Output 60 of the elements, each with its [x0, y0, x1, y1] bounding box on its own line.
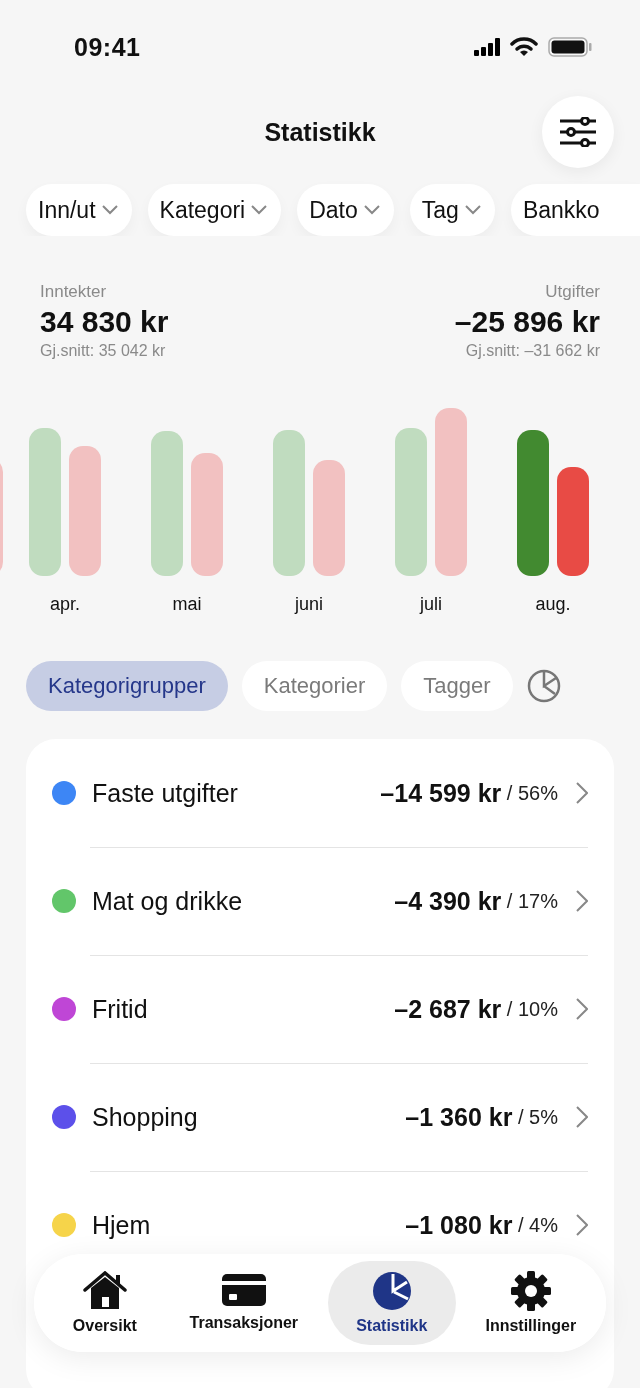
- month-label: aug.: [534, 594, 572, 615]
- category-name[interactable]: Faste utgifter: [92, 778, 381, 808]
- category-amount: –2 687 kr: [394, 994, 502, 1024]
- filter-chip[interactable]: Kategori: [147, 184, 282, 236]
- chevron-down-icon: [363, 205, 380, 215]
- category-name[interactable]: Shopping: [92, 1102, 406, 1132]
- filter-chip[interactable]: Inn/ut: [26, 184, 132, 236]
- filter-chip[interactable]: Bankko: [510, 184, 640, 236]
- sliders-icon: [559, 117, 597, 147]
- category-share: / 56%: [505, 781, 558, 805]
- summary-label: Utgifter: [545, 282, 600, 302]
- category-share: / 5%: [516, 1105, 558, 1129]
- expense-bar[interactable]: [557, 467, 589, 576]
- chevron-right-icon[interactable]: [576, 782, 588, 804]
- summary-average: Gj.snitt: –31 662 kr: [465, 342, 600, 360]
- filter-chip[interactable]: Dato: [297, 184, 394, 236]
- signal-icon: [474, 38, 500, 56]
- category-share: / 4%: [516, 1213, 558, 1237]
- month-label: apr.: [49, 594, 81, 615]
- chevron-right-icon[interactable]: [576, 890, 588, 912]
- category-name[interactable]: Hjem: [92, 1210, 406, 1240]
- home-icon: [82, 1271, 127, 1311]
- chevron-down-icon: [251, 205, 268, 215]
- summary-amount: –25 896 kr: [454, 305, 600, 339]
- summary-amount: 34 830 kr: [40, 305, 169, 339]
- summary-label: Inntekter: [40, 282, 108, 302]
- category-amount: –1 080 kr: [405, 1210, 513, 1240]
- chevron-right-icon[interactable]: [576, 1106, 588, 1128]
- tab-bar-item[interactable]: Transaksjoner: [175, 1261, 313, 1345]
- tab-bar-item[interactable]: Statistikk: [327, 1261, 456, 1345]
- month-label: juli: [418, 594, 443, 615]
- filter-chip[interactable]: Tag: [409, 184, 495, 236]
- credit-card-icon: [221, 1274, 266, 1308]
- summary-average: Gj.snitt: 35 042 kr: [40, 342, 167, 360]
- chevron-down-icon: [464, 205, 481, 215]
- segment-tab[interactable]: Kategorier: [241, 661, 388, 711]
- pie-chart-icon[interactable]: [526, 669, 561, 703]
- category-name[interactable]: Mat og drikke: [92, 886, 395, 916]
- tab-bar-item[interactable]: Innstillinger: [471, 1261, 591, 1345]
- status-time: 09:41: [74, 32, 141, 62]
- tab-bar-item[interactable]: Oversikt: [49, 1261, 160, 1345]
- category-amount: –1 360 kr: [405, 1102, 513, 1132]
- category-amount: –4 390 kr: [394, 886, 502, 916]
- chevron-right-icon[interactable]: [576, 1214, 588, 1236]
- chevron-down-icon: [101, 205, 118, 215]
- category-share: / 17%: [505, 889, 558, 913]
- segment-tab[interactable]: Kategorigrupper: [26, 661, 228, 711]
- settings-icon: [510, 1271, 551, 1311]
- category-name[interactable]: Fritid: [92, 994, 395, 1024]
- wifi-icon: [510, 37, 538, 57]
- category-amount: –14 599 kr: [380, 778, 502, 808]
- page-title: Statistikk: [264, 117, 376, 147]
- chevron-right-icon[interactable]: [576, 998, 588, 1020]
- income-bar[interactable]: [517, 430, 549, 576]
- battery-icon: [548, 37, 592, 57]
- pie-chart-icon: [371, 1271, 412, 1311]
- month-label: mai: [171, 594, 203, 615]
- month-label: juni: [293, 594, 324, 615]
- category-share: / 10%: [505, 997, 558, 1021]
- segment-tab[interactable]: Tagger: [401, 661, 513, 711]
